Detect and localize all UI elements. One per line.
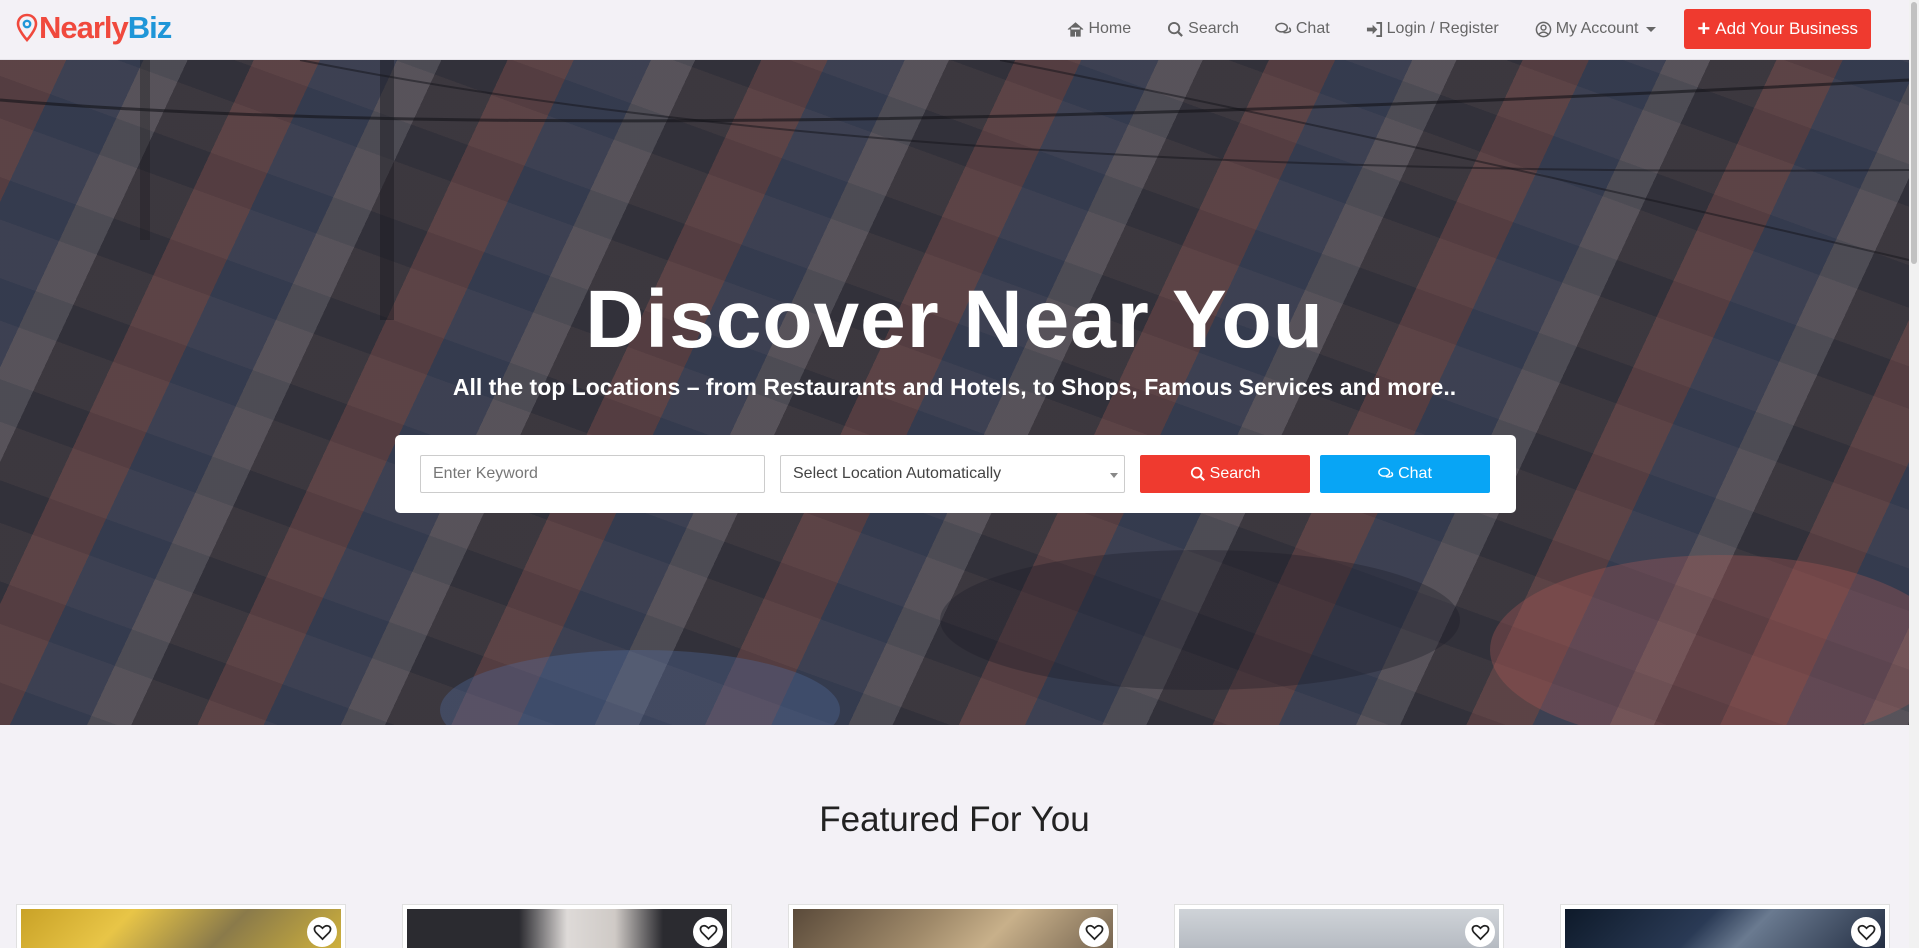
hero-banner: Discover Near You All the top Locations … xyxy=(0,60,1909,725)
scrollbar-thumb[interactable] xyxy=(1911,2,1917,264)
portrait-photo xyxy=(407,909,727,948)
chat-button-label: Chat xyxy=(1398,465,1432,482)
map-pin-icon xyxy=(16,13,38,42)
yellow-leaves-photo xyxy=(21,909,341,948)
keyword-input[interactable] xyxy=(420,455,765,493)
nav-search-label: Search xyxy=(1188,20,1239,37)
search-button-label: Search xyxy=(1209,465,1261,482)
favorite-heart-button[interactable] xyxy=(1079,917,1109,947)
nav-my-account[interactable]: My Account xyxy=(1535,20,1657,38)
search-button[interactable]: Search xyxy=(1140,455,1310,493)
featured-section-title: Featured For You xyxy=(819,800,1090,839)
nav-search[interactable]: Search xyxy=(1167,20,1239,38)
nav-chat-label: Chat xyxy=(1295,20,1330,37)
chat-button[interactable]: Chat xyxy=(1320,455,1490,493)
favorite-heart-button[interactable] xyxy=(693,917,723,947)
search-icon xyxy=(1168,21,1184,37)
brand-logo[interactable]: Nearly Biz xyxy=(16,8,172,48)
page-scrollbar[interactable] xyxy=(1909,0,1919,948)
featured-card[interactable] xyxy=(402,904,732,948)
location-select[interactable]: Select Location Automatically xyxy=(780,455,1125,493)
favorite-heart-button[interactable] xyxy=(1465,917,1495,947)
heart-icon xyxy=(1471,924,1489,940)
sign-in-icon xyxy=(1366,21,1382,37)
search-icon xyxy=(1190,466,1205,481)
food-photo xyxy=(793,909,1113,948)
featured-card[interactable] xyxy=(16,904,346,948)
home-icon xyxy=(1068,21,1084,37)
hero-title: Discover Near You xyxy=(585,274,1324,365)
dropdown-arrow-icon xyxy=(1110,473,1118,478)
brand-name-part2: Biz xyxy=(127,10,172,45)
add-business-button[interactable]: + Add Your Business xyxy=(1684,9,1871,49)
nav-home-label: Home xyxy=(1088,20,1132,37)
heart-icon xyxy=(1857,924,1875,940)
search-panel: Select Location Automatically Search Cha… xyxy=(395,435,1516,513)
featured-card[interactable] xyxy=(1174,904,1504,948)
nav-chat[interactable]: Chat xyxy=(1275,20,1330,38)
top-navbar: Nearly Biz Home Search Chat Login / Regis… xyxy=(0,0,1909,60)
snowy-landscape-photo xyxy=(1179,909,1499,948)
favorite-heart-button[interactable] xyxy=(1851,917,1881,947)
user-circle-icon xyxy=(1535,21,1552,37)
favorite-heart-button[interactable] xyxy=(307,917,337,947)
brand-name-part1: Nearly xyxy=(39,10,129,45)
nav-login-label: Login / Register xyxy=(1386,20,1499,37)
location-select-value: Select Location Automatically xyxy=(793,465,1002,482)
chevron-down-icon xyxy=(1646,26,1657,32)
featured-card[interactable] xyxy=(788,904,1118,948)
chat-icon xyxy=(1275,22,1292,33)
nav-home[interactable]: Home xyxy=(1067,20,1131,38)
heart-icon xyxy=(1085,924,1103,940)
nav-account-label: My Account xyxy=(1555,20,1639,37)
featured-card[interactable] xyxy=(1560,904,1890,948)
hero-subtitle: All the top Locations – from Restaurants… xyxy=(452,374,1457,400)
dark-creature-photo xyxy=(1565,909,1885,948)
heart-icon xyxy=(313,924,331,940)
heart-icon xyxy=(699,924,717,940)
plus-icon: + xyxy=(1697,16,1711,41)
chat-icon xyxy=(1378,467,1394,478)
nav-login-register[interactable]: Login / Register xyxy=(1366,20,1499,38)
add-business-label: Add Your Business xyxy=(1715,19,1858,38)
nav-menu: Home Search Chat Login / Register My Acc… xyxy=(1031,0,1871,58)
